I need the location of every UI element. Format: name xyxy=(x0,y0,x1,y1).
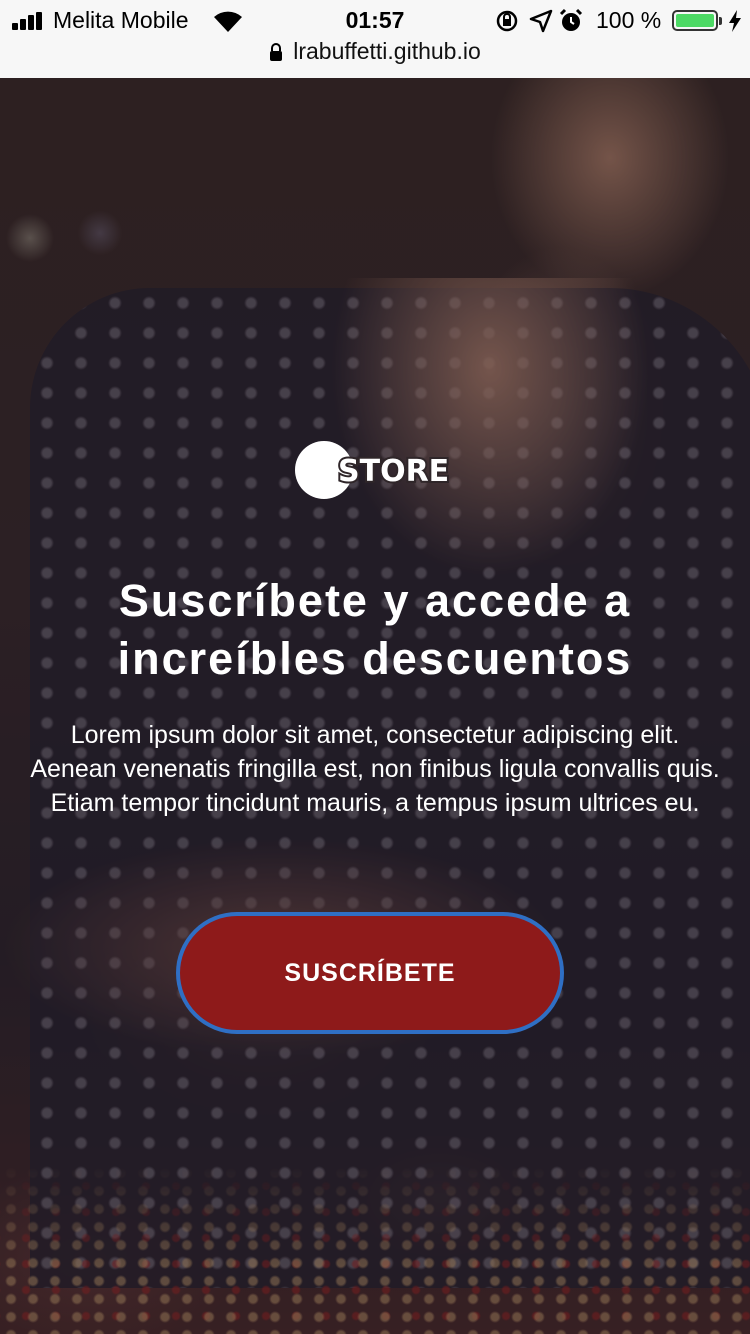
alarm-icon xyxy=(559,8,583,31)
charging-icon xyxy=(729,10,741,32)
svg-text:STORE: STORE xyxy=(338,454,449,489)
store-logo: STORE xyxy=(295,441,451,499)
description-text: Lorem ipsum dolor sit amet, consectetur … xyxy=(30,721,720,817)
subscribe-button-label: SUSCRÍBETE xyxy=(284,958,456,987)
status-bar: Melita Mobile 01:57 100 % lrabuffetti.gi… xyxy=(0,0,750,78)
photo-overlay xyxy=(0,78,750,1334)
headline: Suscríbete y accede a increíbles descuen… xyxy=(117,575,633,684)
rotation-lock-icon xyxy=(496,10,518,32)
lock-icon xyxy=(270,42,283,61)
subscribe-button[interactable]: SUSCRÍBETE xyxy=(176,912,564,1034)
battery-icon xyxy=(672,10,722,31)
battery-fill xyxy=(676,14,714,27)
location-icon xyxy=(529,9,553,33)
url-text[interactable]: lrabuffetti.github.io xyxy=(293,38,481,65)
hero-background-image: STORE Suscríbete y accede a increíbles d… xyxy=(0,78,750,1334)
address-bar[interactable]: lrabuffetti.github.io xyxy=(0,38,750,72)
battery-percent: 100 % xyxy=(596,7,662,33)
